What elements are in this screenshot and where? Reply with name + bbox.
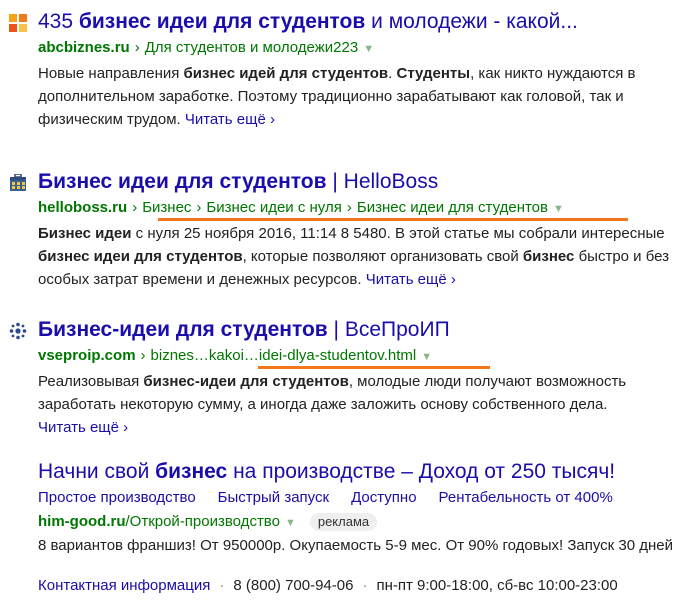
result-url-row: vseproip.com › biznes…kakoi…idei-dlya-stud… bbox=[38, 346, 432, 367]
result-title-link[interactable]: Бизнес-идеи для студентов | ВсеПроИП bbox=[38, 316, 450, 344]
ad-title-link[interactable]: Начни свой бизнес на производстве – Дохо… bbox=[38, 458, 615, 486]
ad-domain[interactable]: him-good.ru bbox=[38, 513, 125, 530]
result-title-row: 435 бизнес идеи для студентов и молодежи… bbox=[0, 8, 700, 38]
ad-contact-row: Контактная информация · 8 (800) 700-94-06 ·… bbox=[38, 576, 618, 596]
breadcrumb-separator: › bbox=[132, 199, 138, 216]
breadcrumb-item[interactable]: Для студентов и молодежи223 bbox=[145, 39, 358, 56]
title-rest: и молодежи - какой... bbox=[365, 10, 578, 33]
ad-path[interactable]: /Открой-производство bbox=[125, 513, 279, 530]
highlight-underline bbox=[258, 366, 490, 369]
ad-title-row: Начни свой бизнес на производстве – Дохо… bbox=[0, 458, 700, 488]
title-bold: Бизнес идеи для студентов bbox=[38, 170, 327, 193]
title-bold: Бизнес-идеи для студентов bbox=[38, 318, 328, 341]
result-snippet: Реализовывая бизнес-идеи для студентов, … bbox=[38, 373, 627, 436]
ad-sitelinks: Простое производство Быстрый запуск Доступ… bbox=[38, 488, 635, 508]
triangle-down-icon[interactable]: ▼ bbox=[363, 43, 374, 55]
read-more-link[interactable]: Читать ещё › bbox=[38, 419, 128, 436]
briefcase-icon bbox=[10, 174, 26, 191]
result-url-row: helloboss.ru › Бизнес › Бизнес идеи с нуля › Б… bbox=[38, 198, 564, 219]
sitelink[interactable]: Доступно bbox=[351, 489, 416, 506]
result-domain[interactable]: helloboss.ru bbox=[38, 199, 127, 216]
ad-badge: реклама bbox=[309, 513, 378, 531]
contact-info-link[interactable]: Контактная информация bbox=[38, 577, 210, 594]
orange-squares-icon bbox=[9, 14, 27, 32]
highlight-underline bbox=[158, 218, 628, 221]
working-hours: пн-пт 9:00-18:00, сб-вс 10:00-23:00 bbox=[376, 577, 618, 594]
breadcrumb-separator: › bbox=[140, 347, 146, 364]
search-result-2: Бизнес идеи для студентов | HelloBoss he… bbox=[0, 168, 700, 288]
search-result-3: Бизнес-идеи для студентов | ВсеПроИП vse… bbox=[0, 316, 700, 436]
result-url-row: abcbiznes.ru › Для студентов и молодежи223… bbox=[38, 38, 374, 59]
phone-number[interactable]: 8 (800) 700-94-06 bbox=[233, 577, 353, 594]
sitelink[interactable]: Быстрый запуск bbox=[218, 489, 329, 506]
result-title-link[interactable]: Бизнес идеи для студентов | HelloBoss bbox=[38, 168, 438, 196]
read-more-link[interactable]: Читать ещё › bbox=[366, 271, 456, 288]
result-domain[interactable]: vseproip.com bbox=[38, 347, 136, 364]
triangle-down-icon[interactable]: ▼ bbox=[553, 203, 564, 215]
title-rest: | HelloBoss bbox=[326, 170, 439, 193]
result-title-row: Бизнес идеи для студентов | HelloBoss bbox=[0, 168, 700, 198]
title-bold: бизнес идеи для студентов bbox=[78, 10, 366, 33]
result-title-link[interactable]: 435 бизнес идеи для студентов и молодежи… bbox=[38, 8, 578, 36]
result-title-row: Бизнес-идеи для студентов | ВсеПроИП bbox=[0, 316, 700, 346]
breadcrumb-separator: › bbox=[134, 39, 140, 56]
dot-separator: · bbox=[362, 577, 368, 594]
read-more-link[interactable]: Читать ещё › bbox=[185, 111, 275, 128]
result-snippet: Новые направления бизнес идей для студен… bbox=[38, 65, 636, 128]
dots-cluster-icon bbox=[9, 322, 27, 340]
triangle-down-icon[interactable]: ▼ bbox=[421, 351, 432, 363]
breadcrumb-separator: › bbox=[196, 199, 202, 216]
breadcrumb-item[interactable]: Бизнес идеи для студентов bbox=[357, 199, 548, 216]
triangle-down-icon[interactable]: ▼ bbox=[285, 517, 296, 529]
breadcrumb-separator: › bbox=[346, 199, 352, 216]
result-domain[interactable]: abcbiznes.ru bbox=[38, 39, 130, 56]
title-rest: | ВсеПроИП bbox=[327, 318, 450, 341]
ad-url-row: him-good.ru/Открой-производство ▼ реклама bbox=[38, 512, 378, 533]
search-result-1: 435 бизнес идеи для студентов и молодежи… bbox=[0, 8, 700, 138]
breadcrumb-item[interactable]: Бизнес bbox=[142, 199, 191, 216]
breadcrumb-item[interactable]: Бизнес идеи с нуля bbox=[206, 199, 341, 216]
dot-separator: · bbox=[219, 577, 225, 594]
result-snippet: Бизнес идеи с нуля 25 ноября 2016, 11:14… bbox=[38, 225, 670, 288]
title-number: 435 bbox=[38, 10, 79, 33]
sitelink[interactable]: Простое производство bbox=[38, 489, 196, 506]
sitelink[interactable]: Рентабельность от 400% bbox=[439, 489, 613, 506]
ad-text: 8 вариантов франшиз! От 950000р. Окупаем… bbox=[38, 537, 674, 554]
breadcrumb-item[interactable]: biznes…kakoi…idei-dlya-studentov.html bbox=[151, 347, 417, 364]
ad-result: Начни свой бизнес на производстве – Дохо… bbox=[0, 458, 700, 608]
